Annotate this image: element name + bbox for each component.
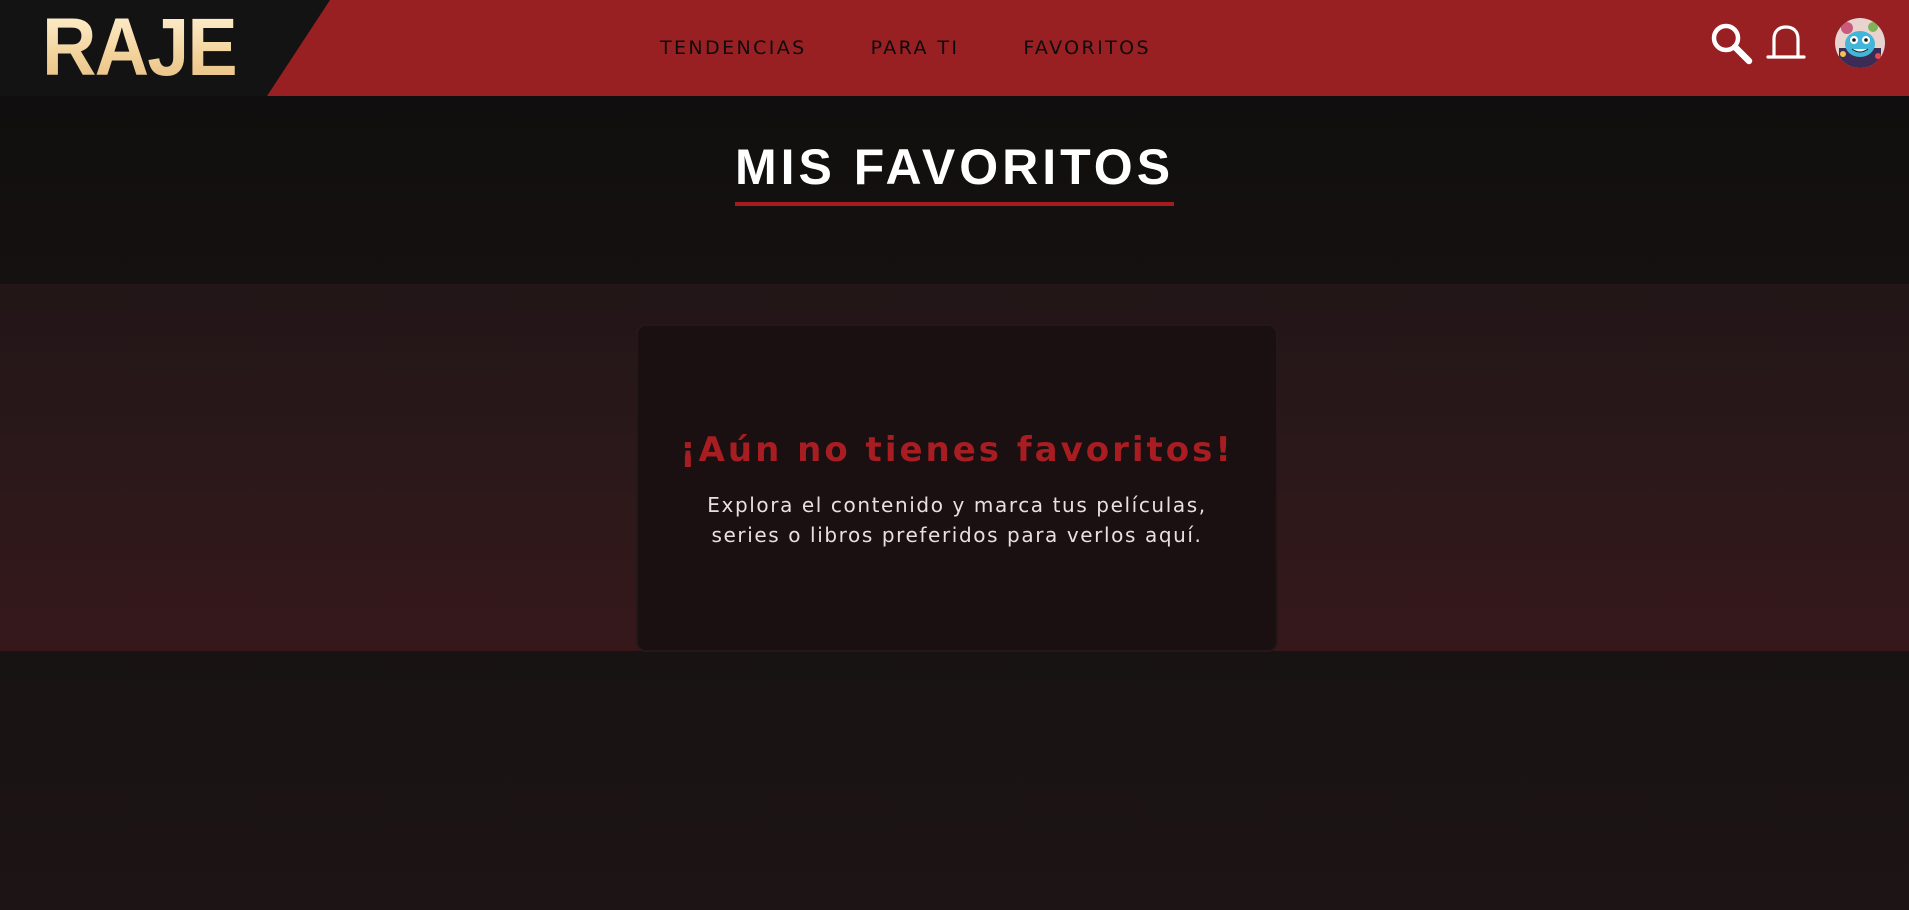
title-section: MIS FAVORITOS [0, 96, 1909, 284]
empty-state-heading: ¡Aún no tienes favoritos! [680, 430, 1234, 470]
header-actions [1709, 18, 1885, 68]
raje-logo[interactable]: RAJE [42, 6, 238, 90]
empty-state-line-1: Explora el contenido y marca tus películ… [707, 493, 1207, 517]
empty-favorites-card: ¡Aún no tienes favoritos! Explora el con… [636, 324, 1278, 652]
avatar-image [1835, 18, 1885, 68]
empty-state-message: Explora el contenido y marca tus películ… [657, 490, 1257, 550]
user-avatar[interactable] [1835, 18, 1885, 68]
empty-state-line-2: series o libros preferidos para verlos a… [711, 523, 1203, 547]
bell-icon[interactable] [1765, 22, 1807, 64]
nav-item-para-ti[interactable]: PARA TI [871, 37, 960, 59]
nav-item-favoritos[interactable]: FAVORITOS [1023, 37, 1151, 59]
search-icon[interactable] [1709, 21, 1753, 65]
nav-item-tendencias[interactable]: TENDENCIAS [660, 37, 807, 59]
top-header: RAJE TENDENCIAS PARA TI FAVORITOS [0, 0, 1909, 96]
page-title: MIS FAVORITOS [734, 138, 1175, 206]
